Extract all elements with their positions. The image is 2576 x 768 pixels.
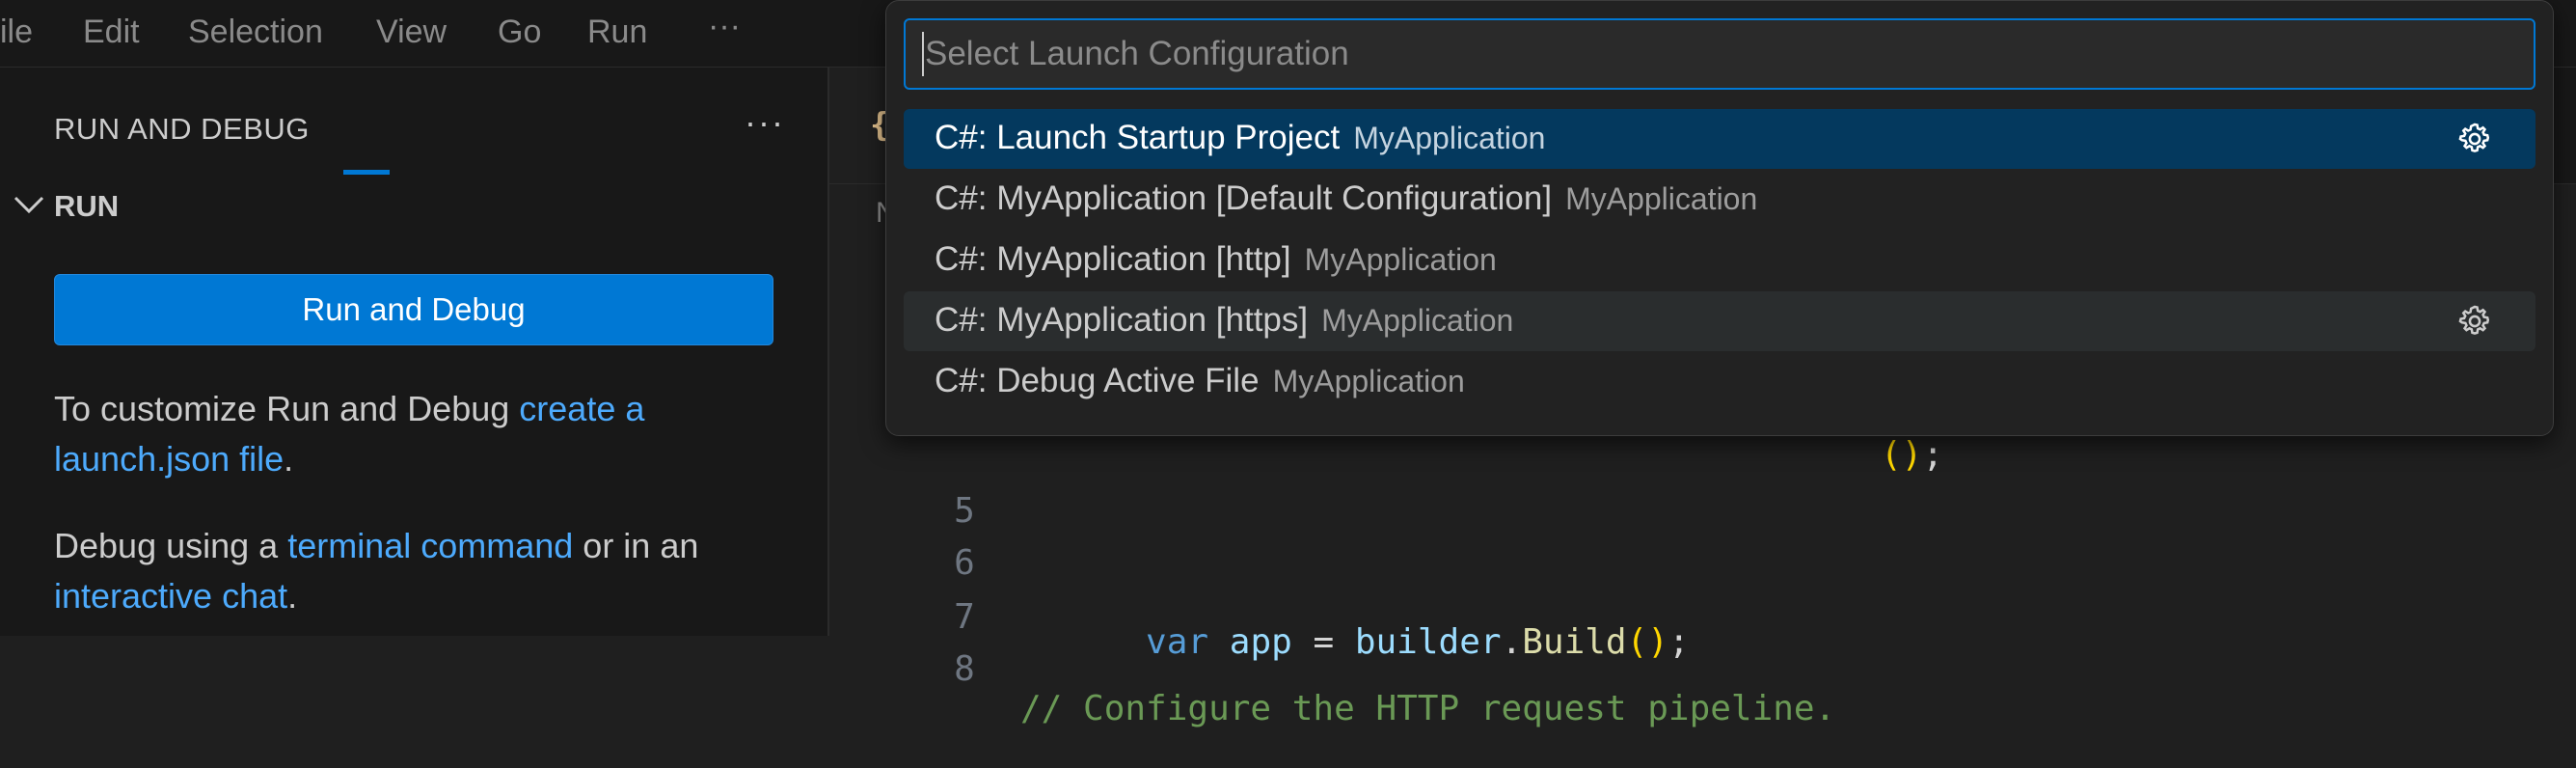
item-description: MyApplication: [1565, 181, 1758, 216]
chevron-down-icon: [12, 187, 46, 227]
menu-file[interactable]: ile: [0, 14, 33, 51]
item-description: MyApplication: [1321, 303, 1514, 338]
debug-using-text: Debug using a terminal command or in an …: [54, 521, 787, 621]
quickpick-input[interactable]: [904, 18, 2535, 90]
code-comment: // Configure the HTTP request pipeline.: [1020, 689, 1836, 728]
quickpick-item[interactable]: C#: Launch Startup Project MyApplication: [904, 109, 2535, 169]
gear-icon[interactable]: [2456, 303, 2493, 340]
code-line: 7: [829, 558, 2576, 637]
menu-go[interactable]: Go: [498, 14, 541, 51]
customize-prefix: To customize Run and Debug: [54, 389, 520, 428]
item-label: C#: MyApplication [Default Configuration…: [935, 179, 1553, 217]
quickpick-item[interactable]: C#: MyApplication [https] MyApplication: [904, 291, 2535, 351]
text-cursor: [922, 32, 924, 76]
item-description: MyApplication: [1353, 121, 1546, 155]
customize-text: To customize Run and Debug create a laun…: [54, 384, 787, 484]
item-description: MyApplication: [1272, 364, 1465, 398]
code-line: 5: [829, 452, 2576, 531]
item-label: C#: MyApplication [https]: [935, 301, 1309, 339]
code-line: 8 // Configure the HTTP request pipeline…: [829, 610, 2576, 728]
menu-more-icon[interactable]: ···: [708, 8, 741, 45]
launch-config-quickpick: C#: Launch Startup ProjectMyApplication …: [885, 0, 2554, 436]
code-line: 6 var app = builder.Build();: [829, 504, 2576, 662]
debug-middle: or in an: [573, 526, 699, 565]
run-debug-sidebar: RUN AND DEBUG ··· RUN Run and Debug To c…: [0, 68, 829, 636]
item-label: C#: MyApplication [http]: [935, 240, 1291, 278]
quickpick-item[interactable]: C#: MyApplication [Default Configuration…: [904, 170, 2535, 230]
menu-edit[interactable]: Edit: [83, 14, 140, 51]
item-description: MyApplication: [1304, 242, 1497, 277]
run-and-debug-button[interactable]: Run and Debug: [54, 274, 773, 345]
interactive-chat-link[interactable]: interactive chat: [54, 576, 287, 616]
more-actions-icon[interactable]: ···: [745, 102, 785, 143]
run-section-header[interactable]: RUN: [10, 183, 820, 232]
line-number: 8: [954, 649, 975, 689]
menu-run[interactable]: Run: [587, 14, 647, 51]
item-label: C#: Debug Active File: [935, 362, 1260, 399]
item-label: C#: Launch Startup Project: [935, 119, 1341, 156]
debug-suffix: .: [287, 576, 298, 616]
run-section-label: RUN: [54, 189, 120, 223]
sidebar-title: RUN AND DEBUG: [54, 112, 310, 146]
customize-suffix: .: [284, 439, 294, 479]
debug-prefix: Debug using a: [54, 526, 288, 565]
menu-selection[interactable]: Selection: [188, 14, 323, 51]
quickpick-item[interactable]: C#: Debug Active File MyApplication: [904, 352, 2535, 412]
quickpick-item[interactable]: C#: MyApplication [http] MyApplication: [904, 231, 2535, 290]
gear-icon[interactable]: [2456, 121, 2493, 157]
terminal-command-link[interactable]: terminal command: [287, 526, 573, 565]
menu-view[interactable]: View: [376, 14, 447, 51]
progress-indicator: [343, 170, 390, 175]
